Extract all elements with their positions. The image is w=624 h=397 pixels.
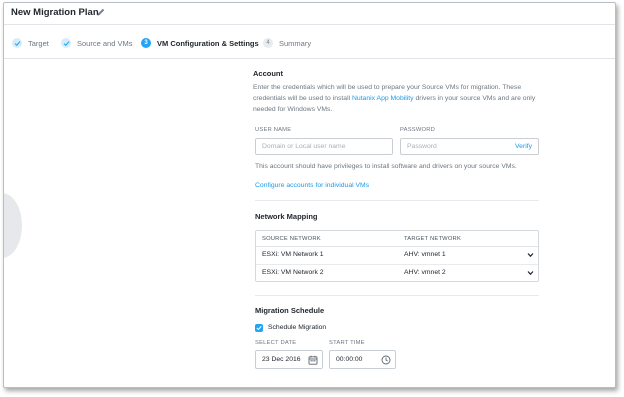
column-header-target: TARGET NETWORK — [404, 236, 462, 242]
username-label: USER NAME — [255, 127, 292, 133]
step-label: VM Configuration & Settings — [157, 38, 259, 48]
username-placeholder: Domain or Local user name — [262, 143, 346, 150]
time-value: 00:00:00 — [336, 356, 363, 363]
account-description: Enter the credentials which will be used… — [253, 82, 541, 115]
header: New Migration Plan — [4, 3, 615, 25]
step-label: Source and VMs — [77, 38, 133, 48]
password-placeholder: Password — [407, 143, 437, 150]
start-time-label: START TIME — [329, 340, 365, 346]
network-mapping-title: Network Mapping — [255, 212, 318, 221]
check-icon — [256, 325, 262, 331]
step-number: 3 — [141, 38, 151, 48]
nutanix-app-mobility-link[interactable]: Nutanix App Mobility — [352, 95, 414, 102]
schedule-migration-label: Schedule Migration — [268, 324, 327, 331]
wizard-stepper: Target Source and VMs 3 VM Configuration… — [4, 26, 615, 59]
pencil-icon[interactable] — [96, 7, 106, 17]
table-row: ESXi: VM Network 2 AHV: vmnet 2 — [256, 264, 538, 281]
account-hint: This account should have privileges to i… — [255, 163, 517, 170]
step-label: Target — [28, 38, 49, 48]
step-summary[interactable]: 4 Summary — [263, 37, 311, 49]
migration-schedule-title: Migration Schedule — [255, 306, 325, 315]
password-input[interactable]: Password Verify — [400, 138, 539, 155]
target-network-select[interactable]: AHV: vmnet 2 — [404, 269, 446, 276]
source-network: ESXi: VM Network 1 — [262, 251, 324, 258]
time-input[interactable]: 00:00:00 — [329, 350, 396, 369]
migration-plan-window: New Migration Plan Target Source and VMs… — [3, 2, 616, 388]
select-date-label: SELECT DATE — [255, 340, 297, 346]
check-icon — [12, 38, 22, 48]
source-network: ESXi: VM Network 2 — [262, 269, 324, 276]
step-target[interactable]: Target — [12, 37, 49, 49]
step-source-and-vms[interactable]: Source and VMs — [61, 37, 132, 49]
step-vm-configuration[interactable]: 3 VM Configuration & Settings — [141, 37, 259, 49]
check-icon — [61, 38, 71, 48]
account-title: Account — [253, 69, 283, 78]
table-row: ESXi: VM Network 1 AHV: vmnet 1 — [256, 247, 538, 264]
table-header: SOURCE NETWORK TARGET NETWORK — [256, 231, 538, 247]
column-header-source: SOURCE NETWORK — [262, 236, 321, 242]
password-label: PASSWORD — [400, 127, 435, 133]
page-title: New Migration Plan — [11, 7, 99, 18]
network-mapping-table: SOURCE NETWORK TARGET NETWORK ESXi: VM N… — [255, 230, 539, 282]
target-network-select[interactable]: AHV: vmnet 1 — [404, 251, 446, 258]
schedule-migration-checkbox[interactable] — [255, 324, 263, 332]
step-label: Summary — [279, 38, 312, 48]
chevron-down-icon[interactable] — [527, 270, 534, 276]
date-value: 23 Dec 2016 — [262, 356, 301, 363]
step-number: 4 — [263, 38, 273, 48]
chevron-down-icon[interactable] — [527, 252, 534, 258]
divider — [255, 295, 539, 296]
date-input[interactable]: 23 Dec 2016 — [255, 350, 323, 369]
calendar-icon[interactable] — [308, 355, 318, 365]
verify-link[interactable]: Verify — [515, 143, 532, 150]
username-input[interactable]: Domain or Local user name — [255, 138, 393, 155]
divider — [255, 200, 539, 201]
clock-icon[interactable] — [381, 355, 391, 365]
decorative-shape — [4, 193, 22, 258]
configure-accounts-link[interactable]: Configure accounts for individual VMs — [255, 182, 369, 189]
